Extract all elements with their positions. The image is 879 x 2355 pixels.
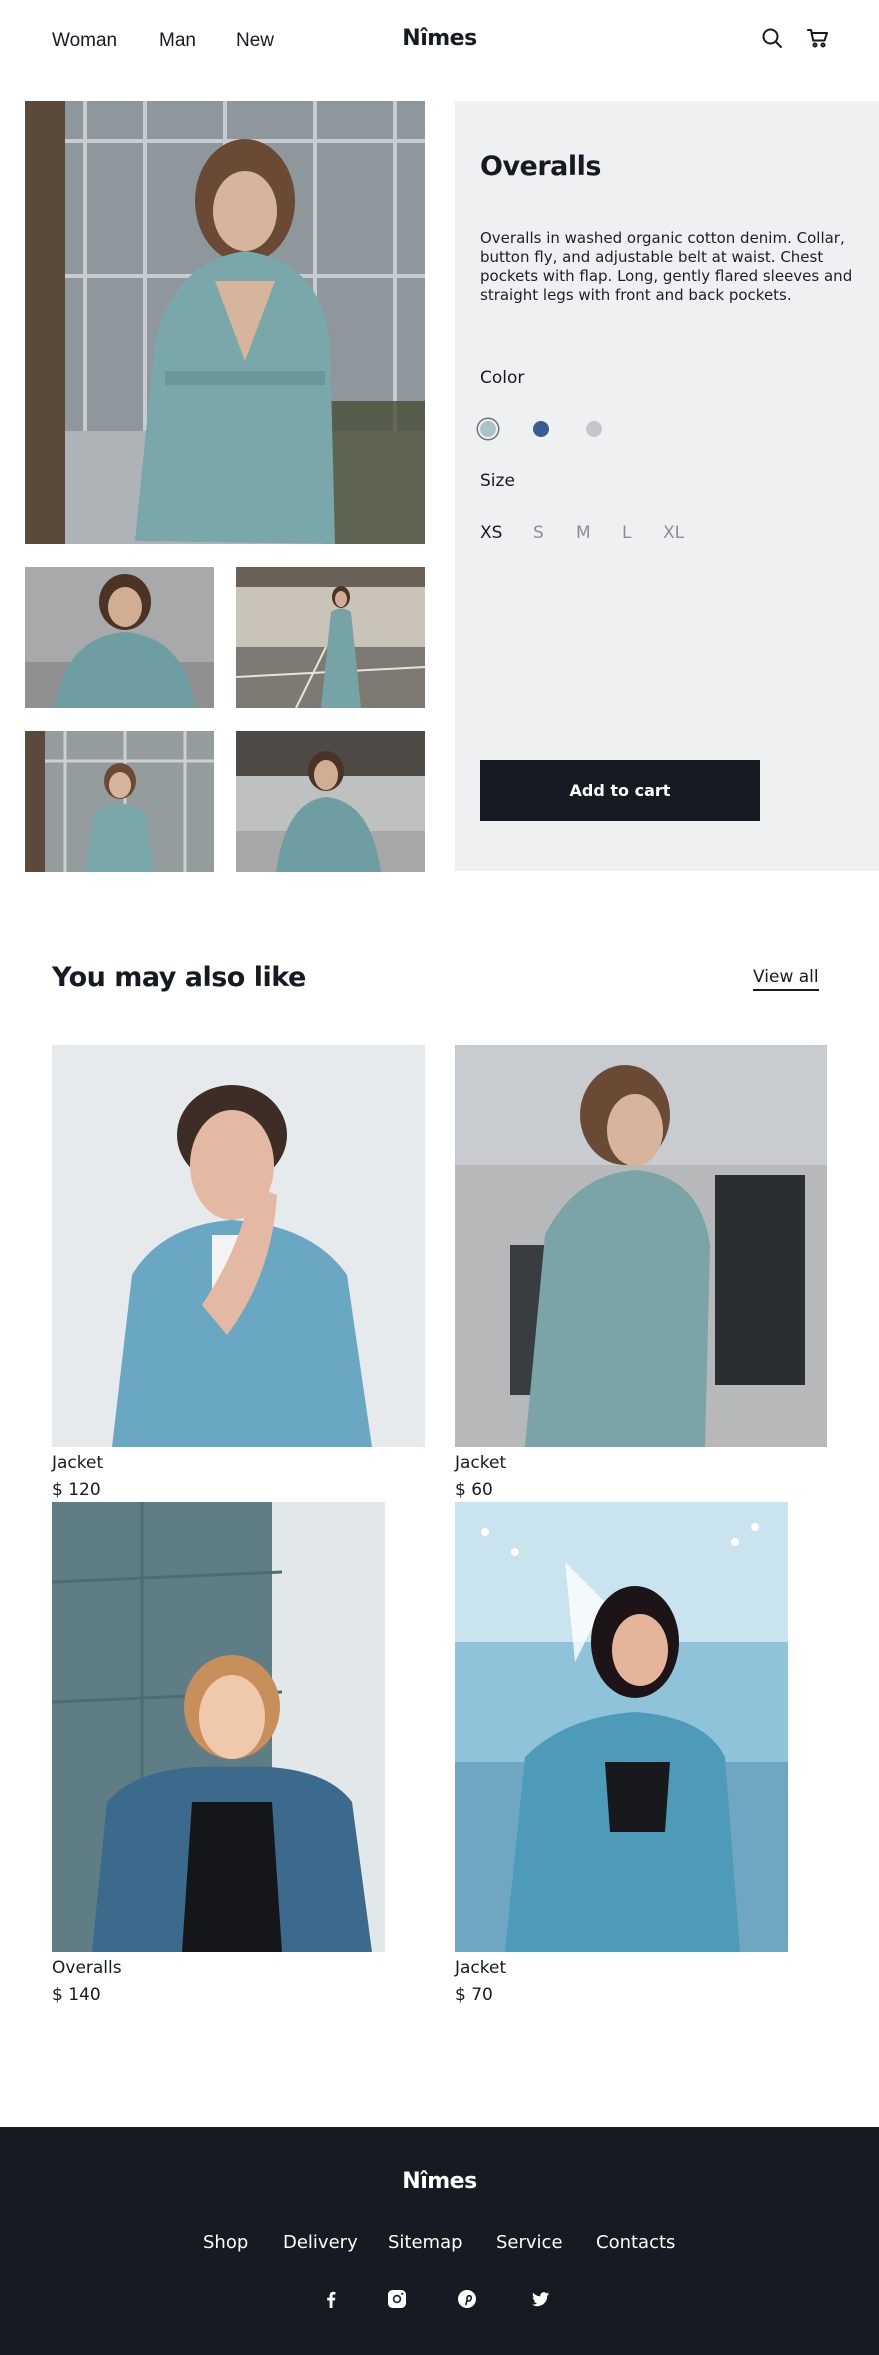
- facebook-icon[interactable]: [320, 2288, 342, 2310]
- color-swatch-dark-blue[interactable]: [533, 421, 549, 437]
- view-all-link[interactable]: View all: [753, 967, 819, 991]
- size-label: Size: [480, 471, 515, 491]
- size-option-m[interactable]: M: [576, 523, 591, 543]
- brand-logo-wrap: Nîmes: [0, 26, 879, 51]
- related-card-3-name[interactable]: Overalls: [52, 1958, 122, 1978]
- search-icon[interactable]: [760, 26, 784, 50]
- product-details-panel: Overalls Overalls in washed organic cott…: [455, 101, 879, 871]
- product-thumb-1[interactable]: [25, 567, 214, 708]
- color-swatch-light-blue[interactable]: [480, 421, 496, 437]
- related-card-3-price: $ 140: [52, 1985, 101, 2005]
- footer-link-delivery[interactable]: Delivery: [283, 2232, 358, 2253]
- related-card-2-image[interactable]: [455, 1045, 827, 1447]
- nav-man[interactable]: Man: [159, 30, 196, 52]
- product-thumb-3[interactable]: [25, 731, 214, 872]
- add-to-cart-button[interactable]: Add to cart: [480, 760, 760, 821]
- product-thumb-4[interactable]: [236, 731, 425, 872]
- site-footer: Nîmes Shop Delivery Sitemap Service Cont…: [0, 2127, 879, 2355]
- related-card-1-image[interactable]: [52, 1045, 425, 1447]
- instagram-icon[interactable]: [386, 2288, 408, 2310]
- related-card-4-name[interactable]: Jacket: [455, 1958, 506, 1978]
- footer-link-contacts[interactable]: Contacts: [596, 2232, 675, 2253]
- footer-link-sitemap[interactable]: Sitemap: [388, 2232, 463, 2253]
- related-card-3-image[interactable]: [52, 1502, 385, 1952]
- nav-woman[interactable]: Woman: [52, 30, 117, 52]
- twitter-icon[interactable]: [529, 2288, 551, 2310]
- related-card-2-name[interactable]: Jacket: [455, 1453, 506, 1473]
- pinterest-icon[interactable]: [456, 2288, 478, 2310]
- related-card-2-price: $ 60: [455, 1480, 493, 1500]
- color-label: Color: [480, 368, 525, 388]
- related-card-4-price: $ 70: [455, 1985, 493, 2005]
- brand-logo[interactable]: Nîmes: [402, 26, 477, 51]
- footer-brand[interactable]: Nîmes: [0, 2169, 879, 2194]
- product-title: Overalls: [480, 151, 601, 182]
- size-option-xl[interactable]: XL: [663, 523, 684, 543]
- size-option-l[interactable]: L: [622, 523, 631, 543]
- cart-icon[interactable]: [806, 26, 830, 50]
- size-option-xs[interactable]: XS: [480, 523, 502, 543]
- related-card-1-price: $ 120: [52, 1480, 101, 1500]
- related-card-1-name[interactable]: Jacket: [52, 1453, 103, 1473]
- nav-new[interactable]: New: [236, 30, 274, 52]
- product-main-photo[interactable]: [25, 101, 425, 544]
- related-title: You may also like: [52, 962, 306, 993]
- site-header: Woman Man New Nîmes: [0, 0, 879, 80]
- footer-link-shop[interactable]: Shop: [203, 2232, 248, 2253]
- color-swatch-gray[interactable]: [586, 421, 602, 437]
- related-card-4-image[interactable]: [455, 1502, 788, 1952]
- size-option-s[interactable]: S: [533, 523, 544, 543]
- product-thumb-2[interactable]: [236, 567, 425, 708]
- product-description: Overalls in washed organic cotton denim.…: [480, 229, 853, 304]
- footer-link-service[interactable]: Service: [496, 2232, 563, 2253]
